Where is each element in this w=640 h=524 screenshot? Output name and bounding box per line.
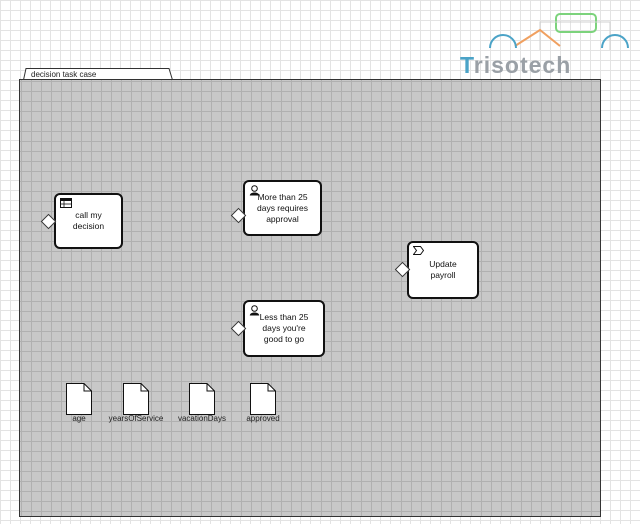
trisotech-logo: Trisotech <box>460 8 640 78</box>
logo-wordmark: Trisotech <box>460 52 572 78</box>
case-file-label: vacationDays <box>177 414 227 423</box>
case-file-label: approved <box>246 414 280 423</box>
task-label: Update payroll <box>429 259 457 280</box>
user-task-less-than-25[interactable]: Less than 25 days you're good to go <box>243 300 325 357</box>
case-file-icon[interactable] <box>123 383 149 415</box>
case-file-label: yearsOfService <box>108 414 164 423</box>
case-file-label: age <box>72 414 86 423</box>
case-file-icon[interactable] <box>189 383 215 415</box>
user-icon <box>249 185 260 199</box>
case-file-icon[interactable] <box>250 383 276 415</box>
user-task-more-than-25[interactable]: More than 25 days requires approval <box>243 180 322 236</box>
task-label: More than 25 days requires approval <box>256 191 309 224</box>
process-task-update-payroll[interactable]: Update payroll <box>407 241 479 299</box>
case-title: decision task case <box>31 70 97 79</box>
decision-task-call-my-decision[interactable]: call my decision <box>54 193 123 249</box>
task-label: Less than 25 days you're good to go <box>259 312 309 344</box>
case-plan-model[interactable]: call my decision More than 25 days requi… <box>19 79 601 517</box>
chevron-icon <box>412 246 425 258</box>
task-label: call my decision <box>72 210 105 231</box>
user-icon <box>249 305 260 319</box>
diagram-canvas: { "logo": { "first_letter": "T", "rest":… <box>0 0 640 524</box>
case-file-icon[interactable] <box>66 383 92 415</box>
logo-graphic-icon <box>489 13 629 50</box>
table-icon <box>60 198 72 211</box>
